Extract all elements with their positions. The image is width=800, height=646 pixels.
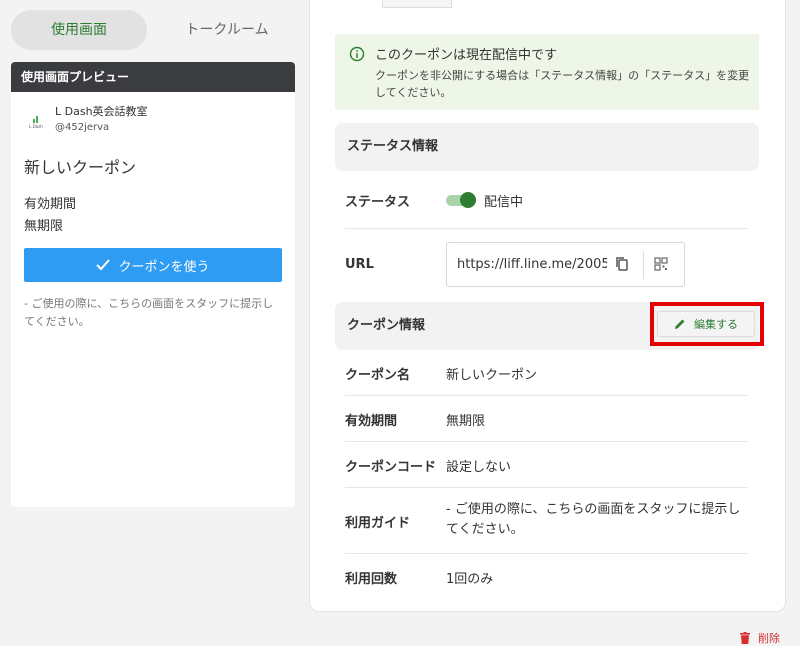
coupon-name-label: クーポン名 — [345, 368, 411, 383]
status-toggle[interactable] — [446, 191, 478, 209]
use-coupon-button[interactable]: クーポンを使う — [24, 248, 282, 282]
url-field: https://liff.line.me/20059 — [446, 242, 685, 287]
divider — [345, 487, 748, 488]
preview-header: 使用画面プレビュー — [11, 62, 295, 92]
preview-period-value: 無期限 — [24, 219, 64, 234]
account-id: @452jerva — [55, 122, 110, 133]
notice-title: このクーポンは現在配信中です — [375, 48, 558, 63]
edit-label: 編集する — [694, 318, 738, 331]
usage-guide-value: - ご使用の際に、こちらの画面をスタッフに提示してください。 — [446, 502, 741, 537]
url-label: URL — [345, 257, 374, 272]
preview-period-label: 有効期間 — [24, 197, 77, 212]
usage-count-label: 利用回数 — [345, 572, 398, 587]
url-value[interactable]: https://liff.line.me/20059 — [457, 257, 607, 272]
status-label: ステータス — [345, 195, 411, 210]
tab-usage-screen[interactable]: 使用画面 — [11, 10, 147, 50]
divider — [345, 553, 748, 554]
distribution-notice: このクーポンは現在配信中です クーポンを非公開にする場合は「ステータス情報」の「… — [335, 34, 759, 110]
validity-value: 無期限 — [446, 414, 486, 429]
preview-coupon-title: 新しいクーポン — [24, 158, 137, 177]
delete-button[interactable]: 削除 — [740, 630, 780, 646]
tab-talk-room[interactable]: トークルーム — [159, 10, 295, 50]
account-info: L Dash L Dash英会話教室 @452jerva — [25, 104, 148, 136]
divider — [345, 395, 748, 396]
coupon-code-value: 設定しない — [446, 460, 512, 475]
usage-screen-preview: 使用画面プレビュー L Dash L Dash英会話教室 @452jerva 新… — [11, 62, 295, 507]
account-name: L Dash英会話教室 — [55, 105, 148, 118]
validity-label: 有効期間 — [345, 414, 398, 429]
panel-tab-stub — [382, 0, 452, 8]
qr-code-icon[interactable] — [654, 257, 668, 271]
view-tabs: 使用画面 トークルーム — [11, 10, 295, 50]
account-logo: L Dash — [25, 112, 47, 134]
pencil-icon — [675, 319, 685, 329]
coupon-name-value: 新しいクーポン — [446, 368, 538, 383]
coupon-code-label: クーポンコード — [345, 460, 437, 475]
use-coupon-label: クーポンを使う — [118, 259, 210, 275]
notice-body: クーポンを非公開にする場合は「ステータス情報」の「ステータス」を変更してください… — [375, 69, 750, 99]
edit-button[interactable]: 編集する — [657, 311, 755, 337]
trash-icon — [740, 632, 750, 644]
info-icon — [349, 46, 365, 62]
delete-label: 削除 — [758, 632, 780, 645]
divider — [345, 441, 748, 442]
preview-note: - ご使用の際に、こちらの画面をスタッフに提示してください。 — [24, 297, 274, 328]
divider — [345, 228, 748, 229]
usage-count-value: 1回のみ — [446, 572, 494, 587]
status-section-header: ステータス情報 — [335, 123, 759, 171]
copy-icon[interactable] — [615, 256, 629, 272]
status-value: 配信中 — [484, 195, 524, 210]
check-icon — [96, 259, 111, 271]
usage-guide-label: 利用ガイド — [345, 516, 411, 531]
